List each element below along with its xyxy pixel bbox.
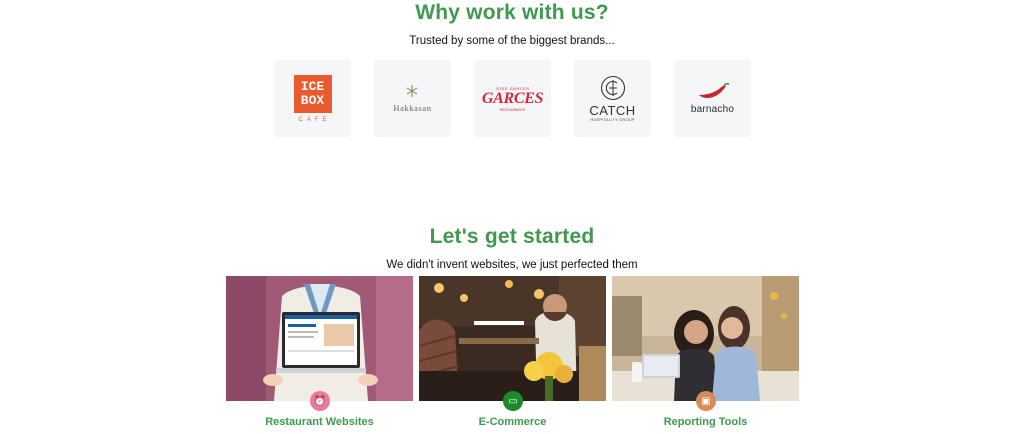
icebox-ice: ICE [300, 78, 325, 94]
catch-tagline: HOSPITALITY GROUP [590, 118, 635, 122]
e-commerce-photo [419, 276, 606, 401]
logo-barnacho: barnacho [674, 60, 751, 137]
reporting-tools-label[interactable]: Reporting Tools [612, 416, 799, 428]
chili-pepper-icon [698, 82, 729, 98]
service-cards: ⏰ Restaurant Websites ▭ E-Commerce ▣ Rep… [226, 276, 799, 428]
devices-icon: ▣ [696, 391, 716, 411]
icebox-box: BOX [300, 92, 325, 108]
garces-bottom: RESTAURANTS [499, 107, 526, 112]
barnacho-word: barnacho [690, 103, 735, 115]
logo-icebox: ICE BOX CAFE [274, 60, 351, 137]
reporting-tools-photo [612, 276, 799, 401]
card-reporting-tools[interactable]: ▣ Reporting Tools [612, 276, 799, 428]
hakkasan-mark-icon [407, 85, 418, 97]
restaurant-websites-label[interactable]: Restaurant Websites [226, 416, 413, 428]
why-work-subtitle: Trusted by some of the biggest brands... [409, 35, 615, 47]
garces-word: GARCES [481, 89, 544, 107]
hakkasan-word: Hakkasan [393, 103, 432, 113]
card-icon: ▭ [503, 391, 523, 411]
icebox-cafe: CAFE [298, 116, 331, 123]
card-restaurant-websites[interactable]: ⏰ Restaurant Websites [226, 276, 413, 428]
restaurant-websites-photo [226, 276, 413, 401]
logo-garces: JOSE GARCES GARCES RESTAURANTS [474, 60, 551, 137]
brand-logos: ICE BOX CAFE Hakkasan JOSE GARCES GARCES… [274, 60, 751, 137]
get-started-title: Let's get started [429, 225, 595, 248]
e-commerce-label[interactable]: E-Commerce [419, 416, 606, 428]
catch-word: CATCH [589, 103, 636, 118]
logo-catch: CATCH HOSPITALITY GROUP [574, 60, 651, 137]
logo-hakkasan: Hakkasan [374, 60, 451, 137]
why-work-title: Why work with us? [415, 1, 609, 24]
alarm-clock-icon: ⏰ [310, 391, 330, 411]
get-started-subtitle: We didn't invent websites, we just perfe… [386, 259, 638, 271]
card-e-commerce[interactable]: ▭ E-Commerce [419, 276, 606, 428]
catch-monogram-icon [600, 75, 625, 101]
